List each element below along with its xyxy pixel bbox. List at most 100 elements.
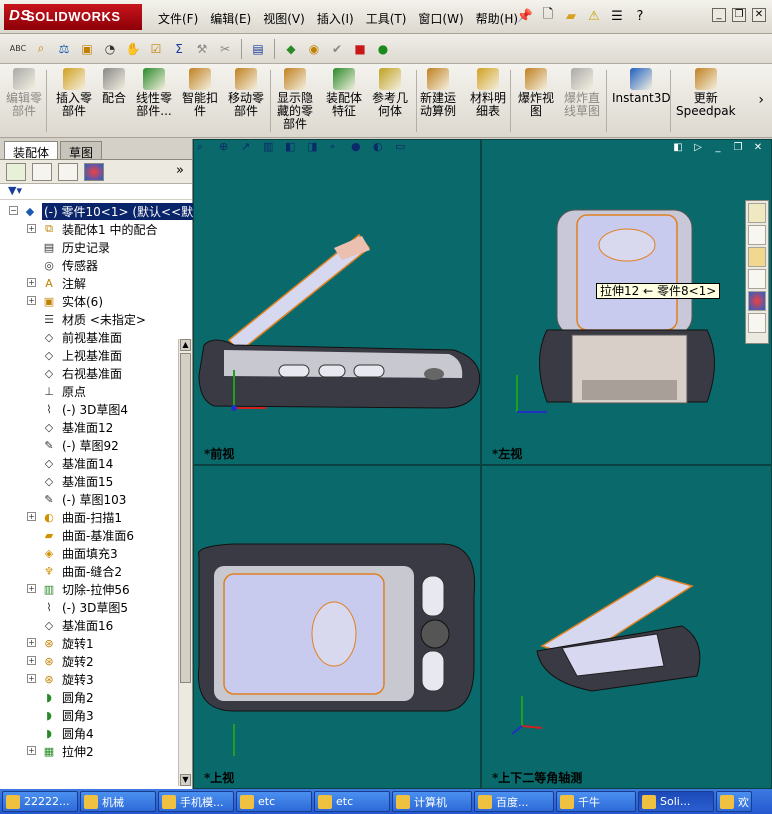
color-square-icon[interactable]: ■ <box>350 39 370 59</box>
move-component-button[interactable]: 移动零 部件 <box>228 68 264 118</box>
reference-geometry-button[interactable]: 参考几 何体 <box>372 68 408 118</box>
tab-sketch[interactable]: 草图 <box>60 141 103 160</box>
cross-tools-icon[interactable]: ✂ <box>215 39 235 59</box>
expand-icon[interactable]: + <box>27 656 36 665</box>
scroll-thumb[interactable] <box>180 353 191 683</box>
bill-of-materials-button[interactable]: 材料明 细表 <box>470 68 506 118</box>
update-speedpak-button[interactable]: 更新 Speedpak <box>676 68 736 118</box>
graphics-area[interactable]: ⌕ ⊕ ↗ ▥ ◧ ◨ ∘ ● ◐ ▭ *前视 ◧ ▷ _ ❐ ✕ *左视 *上… <box>193 139 772 789</box>
tree-item[interactable]: + ▦ 拉伸2 <box>0 742 192 760</box>
file-explorer-icon[interactable] <box>748 247 766 267</box>
edit-component-button[interactable]: 编辑零 部件 <box>6 68 42 118</box>
tree-item[interactable]: ◎ 传感器 <box>0 256 192 274</box>
expand-icon[interactable]: + <box>27 224 36 233</box>
insert-components-button[interactable]: 插入零 部件 <box>56 68 92 118</box>
taskbar-button[interactable]: 手机模... <box>158 791 234 812</box>
viewport-left[interactable]: ◧ ▷ _ ❐ ✕ *左视 <box>481 139 772 465</box>
tree-item[interactable]: ▤ 历史记录 <box>0 238 192 256</box>
show-hidden-components-button[interactable]: 显示隐 藏的零 部件 <box>277 68 313 131</box>
balance-icon[interactable]: ⚖ <box>54 39 74 59</box>
new-motion-study-button[interactable]: 新建运 动算例 <box>420 68 456 118</box>
tree-item[interactable]: ◇ 右视基准面 <box>0 364 192 382</box>
search-icon[interactable]: ⌕ <box>31 39 51 59</box>
rebuild-warning-icon[interactable]: ⚠ <box>584 6 604 26</box>
view-palette-icon[interactable] <box>748 269 766 289</box>
taskbar-button[interactable]: 千牛 <box>556 791 636 812</box>
taskbar-button[interactable]: 计算机 <box>392 791 472 812</box>
open-folder-icon[interactable]: ▰ <box>561 6 581 26</box>
taskbar-button[interactable]: etc <box>236 791 312 812</box>
tab-assembly[interactable]: 装配体 <box>4 141 59 160</box>
menu-edit[interactable]: 编辑(E) <box>204 9 257 27</box>
collapse-icon[interactable]: − <box>9 206 18 215</box>
tree-item[interactable]: ⊥ 原点 <box>0 382 192 400</box>
expand-icon[interactable]: + <box>27 746 36 755</box>
custom-properties-icon[interactable] <box>748 313 766 333</box>
verify-icon[interactable]: ✔ <box>327 39 347 59</box>
tree-item[interactable]: + ▥ 切除-拉伸56 <box>0 580 192 598</box>
taskbar-button[interactable]: 机械 <box>80 791 156 812</box>
tree-item[interactable]: ◇ 基准面12 <box>0 418 192 436</box>
tree-item[interactable]: ▰ 曲面-基准面6 <box>0 526 192 544</box>
instant3d-button[interactable]: Instant3D <box>612 68 671 105</box>
tree-item[interactable]: ☰ 材质 <未指定> <box>0 310 192 328</box>
tree-item[interactable]: + ⊛ 旋转3 <box>0 670 192 688</box>
menu-window[interactable]: 窗口(W) <box>412 9 469 27</box>
tree-item[interactable]: ◈ 曲面填充3 <box>0 544 192 562</box>
tree-item[interactable]: ♆ 曲面-缝合2 <box>0 562 192 580</box>
taskbar-button[interactable]: 22222... <box>2 791 78 812</box>
tree-item[interactable]: ◗ 圆角4 <box>0 724 192 742</box>
tree-item[interactable]: ◇ 基准面16 <box>0 616 192 634</box>
tree-item[interactable]: ◇ 前视基准面 <box>0 328 192 346</box>
viewport-top[interactable]: *上视 <box>193 465 481 789</box>
property-manager-tab-icon[interactable] <box>32 162 52 181</box>
viewport-front[interactable]: ⌕ ⊕ ↗ ▥ ◧ ◨ ∘ ● ◐ ▭ *前视 <box>193 139 481 465</box>
design-library-icon[interactable] <box>748 225 766 245</box>
tools-icon[interactable]: ⚒ <box>192 39 212 59</box>
tree-item[interactable]: ⌇ (-) 3D草图5 <box>0 598 192 616</box>
tree-item[interactable]: ✎ (-) 草图103 <box>0 490 192 508</box>
taskbar-button[interactable]: 欢 <box>716 791 752 812</box>
expand-icon[interactable]: + <box>27 296 36 305</box>
chevron-right-icon[interactable]: › <box>758 92 764 108</box>
sum-icon[interactable]: Σ <box>169 39 189 59</box>
menu-insert[interactable]: 插入(I) <box>311 9 360 27</box>
scroll-down-icon[interactable]: ▼ <box>180 774 191 786</box>
taskbar-button[interactable]: 百度... <box>474 791 554 812</box>
menu-tools[interactable]: 工具(T) <box>360 9 413 27</box>
tree-item[interactable]: + ⊛ 旋转1 <box>0 634 192 652</box>
interference-icon[interactable]: ◉ <box>304 39 324 59</box>
tree-item[interactable]: ◇ 基准面15 <box>0 472 192 490</box>
gauge-icon[interactable]: ◔ <box>100 39 120 59</box>
tree-item[interactable]: + A 注解 <box>0 274 192 292</box>
home-icon[interactable] <box>748 203 766 223</box>
help-icon[interactable]: ? <box>630 6 650 26</box>
filter-icon[interactable]: ▼▾ <box>0 184 192 200</box>
scroll-up-icon[interactable]: ▲ <box>180 339 191 351</box>
measure-icon[interactable]: ▣ <box>77 39 97 59</box>
expand-icon[interactable]: + <box>27 278 36 287</box>
hand-icon[interactable]: ✋ <box>123 39 143 59</box>
appearances-icon[interactable] <box>748 291 766 311</box>
check-icon[interactable]: ☑ <box>146 39 166 59</box>
feature-tree-tab-icon[interactable] <box>6 162 26 181</box>
tree-item[interactable]: + ⊛ 旋转2 <box>0 652 192 670</box>
restore-icon[interactable]: ❐ <box>732 8 746 22</box>
tree-item[interactable]: ◗ 圆角2 <box>0 688 192 706</box>
configuration-tab-icon[interactable] <box>58 162 78 181</box>
tree-item[interactable]: + ⧉ 装配体1 中的配合 <box>0 220 192 238</box>
appearance-icon[interactable]: ● <box>373 39 393 59</box>
appearance-tab-icon[interactable] <box>84 162 104 181</box>
expand-icon[interactable]: + <box>27 584 36 593</box>
chevron-right-icon[interactable]: » <box>176 163 184 178</box>
tree-item[interactable]: ◇ 上视基准面 <box>0 346 192 364</box>
explode-line-sketch-button[interactable]: 爆炸直 线草图 <box>564 68 600 118</box>
close-icon[interactable]: ✕ <box>752 8 766 22</box>
assembly-features-button[interactable]: 装配体 特征 <box>326 68 362 118</box>
tree-item[interactable]: + ▣ 实体(6) <box>0 292 192 310</box>
tree-item[interactable]: ✎ (-) 草图92 <box>0 436 192 454</box>
exploded-view-button[interactable]: 爆炸视 图 <box>518 68 554 118</box>
smart-fasteners-button[interactable]: 智能扣 件 <box>182 68 218 118</box>
viewport-dimetric[interactable]: *上下二等角轴测 <box>481 465 772 789</box>
new-document-icon[interactable]: 🗋 <box>538 6 558 26</box>
